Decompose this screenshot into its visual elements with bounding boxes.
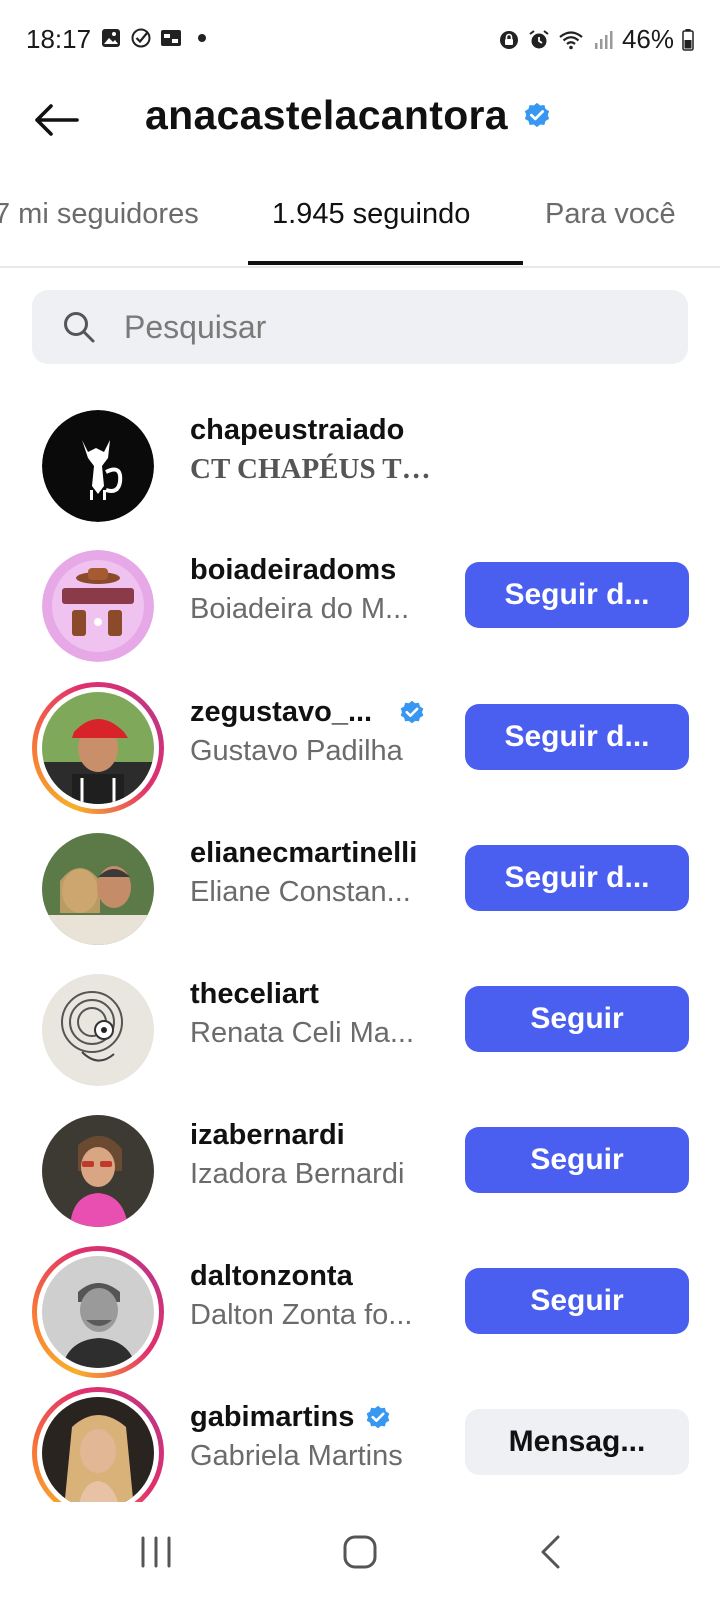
verified-badge-icon — [367, 1405, 390, 1428]
username[interactable]: theceliart — [190, 978, 319, 1011]
account-text: elianecmartinelli Eliane Constan... — [190, 837, 440, 909]
status-notification-icons — [100, 27, 206, 49]
fox-logo-avatar — [42, 410, 154, 522]
profile-photo — [42, 1397, 154, 1502]
username[interactable]: chapeustraiado — [190, 414, 404, 447]
verified-badge-icon — [524, 102, 550, 127]
profile-header: anacastelacantora — [0, 82, 720, 172]
list-item[interactable]: zegustavo_... Gustavo Padilha Seguir d..… — [0, 682, 720, 826]
system-navigation-bar — [0, 1502, 720, 1600]
lock-icon — [499, 30, 518, 49]
home-button[interactable] — [330, 1530, 390, 1574]
gallery-icon — [102, 29, 120, 47]
account-text: boiadeiradoms Boiadeira do M... — [190, 554, 440, 626]
username[interactable]: daltonzonta — [190, 1260, 353, 1293]
full-name: Eliane Constan... — [190, 876, 411, 908]
full-name: Renata Celi Ma... — [190, 1017, 415, 1049]
key-card-icon — [161, 30, 181, 46]
follow-button[interactable]: Seguir — [465, 1127, 689, 1193]
avatar-with-story-ring[interactable] — [32, 1387, 164, 1502]
avatar[interactable] — [32, 964, 164, 1096]
avatar[interactable] — [32, 400, 164, 532]
wifi-icon — [559, 30, 583, 49]
follow-back-button[interactable]: Seguir d... — [465, 845, 689, 911]
status-system-icons: 46% — [498, 24, 694, 55]
list-item[interactable]: boiadeiradoms Boiadeira do M... Seguir d… — [0, 540, 720, 684]
username[interactable]: elianecmartinelli — [190, 837, 417, 870]
username[interactable]: izabernardi — [190, 1119, 345, 1152]
follow-back-button[interactable]: Seguir d... — [465, 562, 689, 628]
verified-badge-icon — [400, 700, 424, 723]
home-icon — [343, 1535, 377, 1569]
message-button[interactable]: Mensag... — [465, 1409, 689, 1475]
follow-button[interactable]: Seguir — [465, 986, 689, 1052]
profile-photo — [42, 1115, 154, 1227]
full-name: Dalton Zonta fo... — [190, 1299, 413, 1331]
list-item[interactable]: elianecmartinelli Eliane Constan... Segu… — [0, 823, 720, 967]
back-icon — [541, 1535, 560, 1569]
full-name: Gabriela Martins — [190, 1440, 403, 1472]
full-name: Gustavo Padilha — [190, 735, 403, 767]
tab-following[interactable]: 1.945 seguindo — [272, 198, 470, 231]
status-bar: 18:17 46% — [0, 0, 720, 82]
recent-apps-button[interactable] — [126, 1530, 186, 1574]
search-icon — [64, 312, 95, 343]
following-list: chapeustraiado CT CHAPÉUS TRAIADO boiade… — [0, 400, 720, 1502]
follow-back-button[interactable]: Seguir d... — [465, 704, 689, 770]
list-item[interactable]: izabernardi Izadora Bernardi Seguir — [0, 1105, 720, 1249]
check-circle-icon — [131, 28, 151, 48]
account-text: daltonzonta Dalton Zonta fo... — [190, 1260, 440, 1332]
header-title-group: anacastelacantora — [145, 92, 552, 139]
profile-photo — [42, 1256, 154, 1368]
search-bar[interactable] — [32, 290, 688, 364]
profile-photo — [42, 833, 154, 945]
username[interactable]: boiadeiradoms — [190, 554, 396, 587]
list-item[interactable]: chapeustraiado CT CHAPÉUS TRAIADO — [0, 400, 720, 544]
page-title: anacastelacantora — [145, 92, 508, 138]
system-back-button[interactable] — [520, 1530, 580, 1574]
avatar-with-story-ring[interactable] — [32, 682, 164, 814]
username[interactable]: gabimartins — [190, 1401, 354, 1434]
arrow-left-icon — [35, 104, 79, 136]
profile-photo — [42, 692, 154, 804]
avatar[interactable] — [32, 823, 164, 955]
account-text: chapeustraiado CT CHAPÉUS TRAIADO — [190, 414, 440, 486]
battery-percent: 46% — [621, 24, 674, 54]
full-name: CT CHAPÉUS TRAIADO — [190, 453, 440, 485]
list-item[interactable]: theceliart Renata Celi Ma... Seguir — [0, 964, 720, 1108]
follow-button[interactable]: Seguir — [465, 1268, 689, 1334]
account-text: zegustavo_... Gustavo Padilha — [190, 696, 440, 768]
follow-tabs: 7 mi seguidores 1.945 seguindo Para você — [0, 180, 720, 268]
account-text: gabimartins Gabriela Martins — [190, 1401, 440, 1473]
username[interactable]: zegustavo_... — [190, 696, 372, 729]
full-name: Boiadeira do M... — [190, 593, 410, 625]
list-item[interactable]: gabimartins Gabriela Martins Mensag... — [0, 1387, 720, 1502]
avatar-with-story-ring[interactable] — [32, 1246, 164, 1378]
account-text: theceliart Renata Celi Ma... — [190, 978, 440, 1050]
back-button[interactable] — [30, 94, 82, 146]
avatar[interactable] — [32, 540, 164, 672]
battery-icon — [682, 28, 694, 51]
alarm-icon — [529, 29, 549, 48]
boiadeira-logo-avatar — [42, 550, 154, 662]
tab-for-you[interactable]: Para você — [545, 198, 676, 231]
account-text: izabernardi Izadora Bernardi — [190, 1119, 440, 1191]
recent-apps-icon — [141, 1536, 171, 1568]
status-time: 18:17 — [26, 24, 92, 54]
list-item[interactable]: daltonzonta Dalton Zonta fo... Seguir — [0, 1246, 720, 1390]
full-name: Izadora Bernardi — [190, 1158, 405, 1190]
search-input[interactable] — [124, 308, 644, 346]
active-tab-indicator — [248, 261, 523, 265]
more-notifications-dot — [198, 34, 206, 42]
avatar[interactable] — [32, 1105, 164, 1237]
signal-icon — [594, 30, 613, 49]
illustration-avatar — [42, 974, 154, 1086]
tab-followers[interactable]: 7 mi seguidores — [0, 198, 199, 231]
